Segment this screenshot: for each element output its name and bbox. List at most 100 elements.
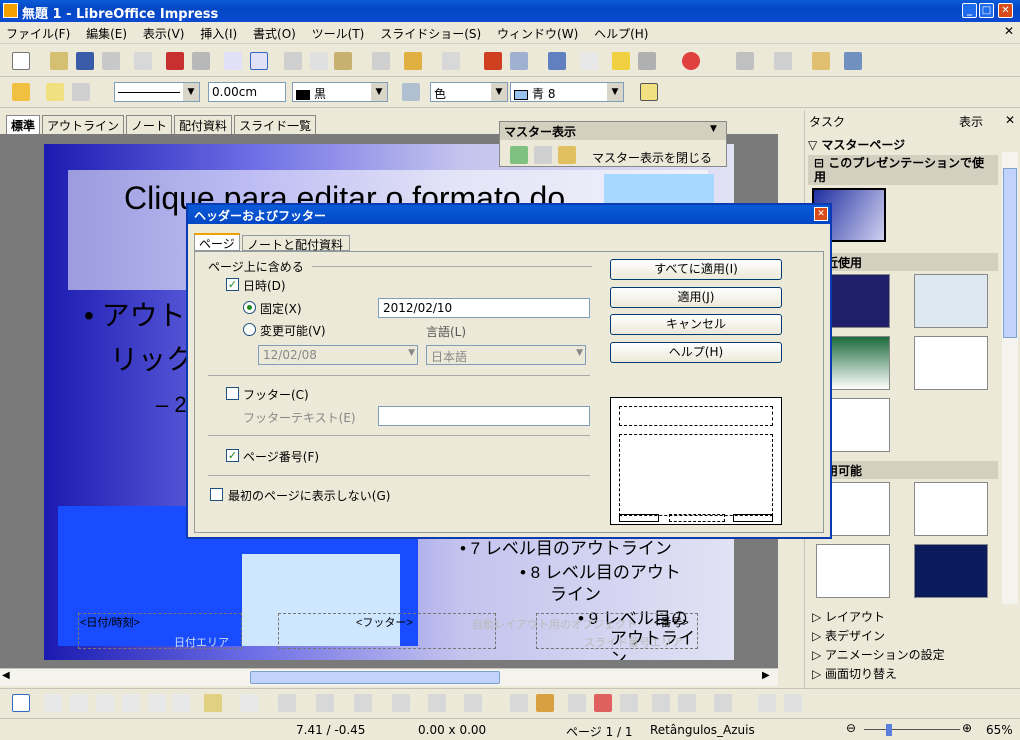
master-thumb-avail-2[interactable] [914,482,988,536]
fixed-date-input[interactable]: 2012/02/10 [378,298,590,318]
fixed-radio[interactable] [243,301,256,314]
tab-page[interactable]: ページ [194,233,240,251]
transition-link[interactable]: ▷ 画面切り替え [808,665,1004,683]
menu-tools[interactable]: ツール(T) [306,22,371,45]
scroll-left-icon[interactable]: ◀ [2,670,10,681]
rectangle-icon[interactable] [96,694,114,712]
chart-icon[interactable] [484,52,502,70]
glue-points-icon[interactable] [536,694,554,712]
variable-format-select[interactable]: 12/02/08 ▼ [258,345,418,365]
scroll-right-icon[interactable]: ▶ [762,670,770,681]
new-icon[interactable] [12,52,30,70]
tab-notes[interactable]: ノート [126,115,173,135]
star-icon[interactable] [612,52,630,70]
rotate-icon[interactable] [652,694,670,712]
footer-text-input[interactable] [378,406,590,426]
align-icon[interactable] [678,694,696,712]
tab-normal[interactable]: 標準 [6,115,41,135]
scroll-thumb[interactable] [250,671,500,684]
connector-icon[interactable] [240,694,258,712]
paste-icon[interactable] [334,52,352,70]
points-icon[interactable] [510,694,528,712]
symbol-shapes-icon[interactable] [316,694,334,712]
line-style-select[interactable]: ▼ [114,82,200,102]
new-master-icon[interactable] [510,146,528,164]
block-arrows-icon[interactable] [354,694,372,712]
master-thumb-avail-3[interactable] [816,544,890,598]
dialog-close-icon[interactable]: ✕ [814,207,828,221]
auto-spellcheck-icon[interactable] [250,52,268,70]
master-thumb-avail-4[interactable] [914,544,988,598]
styles-list-icon[interactable] [46,83,64,101]
toggle-extrusion-icon[interactable] [784,694,802,712]
apply-all-button[interactable]: すべてに適用(I) [610,259,782,280]
table-icon[interactable] [510,52,528,70]
tab-notes-handouts[interactable]: ノートと配付資料 [242,235,350,252]
line-color-select[interactable]: 黒 ▼ [292,82,388,102]
toolbar-menu-icon[interactable]: ▼ [710,124,717,134]
grid-icon[interactable] [580,52,598,70]
master-thumb-recent-4[interactable] [914,336,988,390]
hide-first-checkbox[interactable] [210,488,223,501]
select-icon[interactable] [12,694,30,712]
task-pane-view-menu[interactable]: 表示 [959,113,983,130]
menu-window[interactable]: ウィンドウ(W) [491,22,584,45]
close-doc-icon[interactable]: ✕ [1004,24,1014,38]
arrange-icon[interactable] [714,694,732,712]
menu-edit[interactable]: 編集(E) [80,22,133,45]
minimize-icon[interactable]: _ [962,3,977,18]
zoom-icon[interactable] [638,52,656,70]
spellcheck-icon[interactable] [224,52,242,70]
arrow-line-icon[interactable] [70,694,88,712]
animation-link[interactable]: ▷ アニメーションの設定 [808,646,1004,664]
horizontal-scrollbar[interactable]: ◀ ▶ [0,668,778,686]
maximize-icon[interactable]: □ [979,3,994,18]
variable-radio[interactable] [243,323,256,336]
apply-button[interactable]: 適用(J) [610,287,782,308]
datetime-checkbox[interactable]: ✓ [226,278,239,291]
line-icon[interactable] [44,694,62,712]
area-color-select[interactable]: 青 8 ▼ [510,82,624,102]
task-pane-scrollbar[interactable] [1002,152,1018,604]
menu-file[interactable]: ファイル(F) [0,22,76,45]
footer-checkbox[interactable] [226,387,239,400]
vertical-text-icon[interactable] [172,694,190,712]
clone-format-icon[interactable] [372,52,390,70]
menu-help[interactable]: ヘルプ(H) [588,22,654,45]
recent-section[interactable]: 最近使用 [808,253,998,271]
fontwork-icon[interactable] [568,694,586,712]
gallery-draw-icon[interactable] [620,694,638,712]
flowchart-icon[interactable] [392,694,410,712]
save-icon[interactable] [76,52,94,70]
help-button[interactable]: ヘルプ(H) [610,342,782,363]
from-file-icon[interactable] [594,694,612,712]
line-width-input[interactable]: 0.00cm [208,82,286,102]
open-icon[interactable] [50,52,68,70]
close-icon[interactable]: ✕ [998,3,1013,18]
area-icon[interactable] [12,83,30,101]
in-use-section[interactable]: ⊟ このプレゼンテーションで使用 [808,155,998,185]
zoom-out-icon[interactable]: ⊖ [846,721,856,735]
tab-outline[interactable]: アウトライン [42,115,125,135]
slideshow-icon[interactable] [844,52,862,70]
cancel-button[interactable]: キャンセル [610,314,782,335]
menu-view[interactable]: 表示(V) [137,22,191,45]
shadow-icon[interactable] [640,83,658,101]
master-thumb-recent-2[interactable] [914,274,988,328]
page-number-checkbox[interactable]: ✓ [226,449,239,462]
delete-master-icon[interactable] [534,146,552,164]
print-icon[interactable] [192,52,210,70]
arrow-style-icon[interactable] [72,83,90,101]
tab-handout[interactable]: 配付資料 [174,115,233,135]
help-icon[interactable] [682,52,700,70]
area-style-select[interactable]: 色 ▼ [430,82,508,102]
language-select[interactable]: 日本語 ▼ [426,345,586,365]
pdf-icon[interactable] [166,52,184,70]
menu-format[interactable]: 書式(O) [247,22,302,45]
table-design-link[interactable]: ▷ 表デザイン [808,627,1004,645]
text-icon[interactable] [148,694,166,712]
redo-icon[interactable] [442,52,460,70]
cut-icon[interactable] [284,52,302,70]
basic-shapes-icon[interactable] [278,694,296,712]
menu-slideshow[interactable]: スライドショー(S) [374,22,487,45]
